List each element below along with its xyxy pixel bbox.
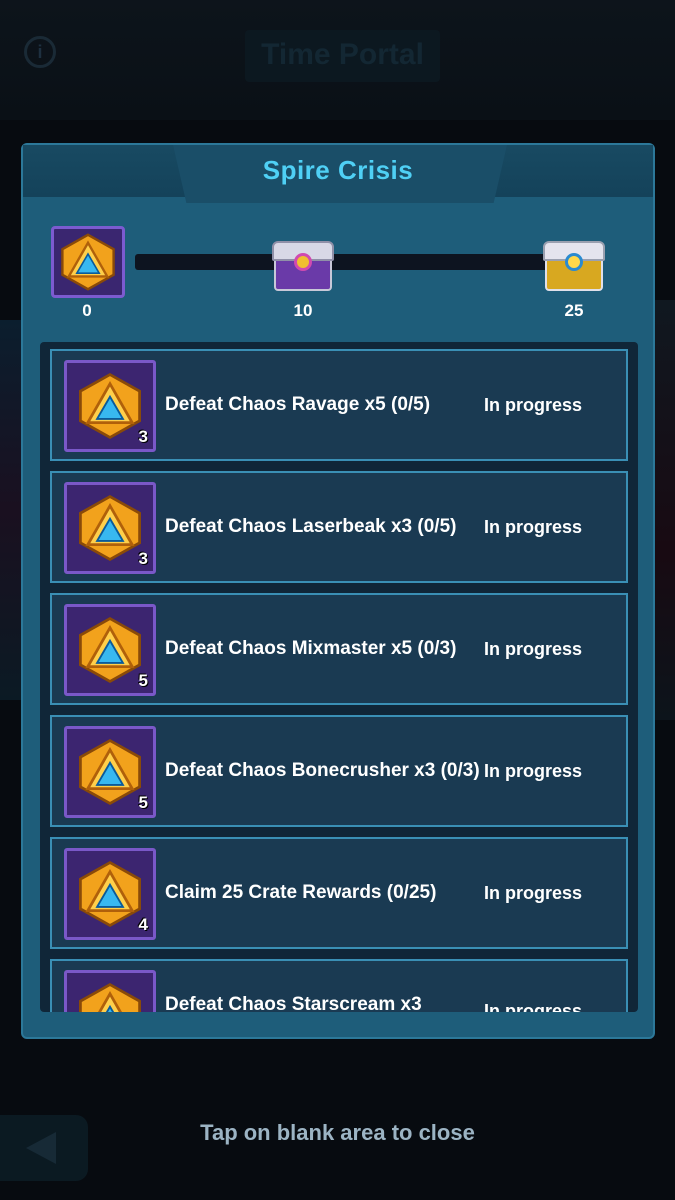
task-description: Defeat Chaos Laserbeak x3 (0/5)	[165, 516, 457, 537]
milestone-label-0: 0	[82, 301, 92, 320]
task-row[interactable]: 5 Defeat Chaos Mixmaster x5 (0/3) In pro…	[50, 593, 628, 705]
reward-count: 3	[138, 549, 148, 568]
reward-icon: 5	[64, 726, 156, 818]
milestone-label-25: 25	[564, 301, 584, 320]
triangle-badge-icon	[61, 233, 115, 291]
reward-count: 3	[138, 427, 148, 446]
reward-icon: 4	[64, 848, 156, 940]
task-description: Defeat Chaos Ravage x5 (0/5)	[165, 394, 431, 415]
reward-count: 5	[138, 793, 148, 812]
gold-chest-icon[interactable]	[543, 237, 605, 293]
triangle-badge-icon	[79, 982, 141, 1012]
task-status: In progress	[484, 638, 583, 659]
reward-count: 5	[138, 671, 148, 690]
chest-lock-icon	[294, 253, 312, 271]
task-row[interactable]: Defeat Chaos Starscream x3 In progress	[50, 959, 628, 1012]
task-status: In progress	[484, 1001, 583, 1012]
triangle-badge-icon	[79, 738, 141, 806]
task-description: Claim 25 Crate Rewards (0/25)	[165, 882, 437, 903]
reward-icon: 5	[64, 604, 156, 696]
reward-icon	[64, 970, 156, 1012]
spire-crisis-modal: Spire Crisis 0 10 25 3 Defeat Chaos Rava…	[21, 143, 655, 1039]
reward-icon: 3	[64, 482, 156, 574]
triangle-badge-icon	[79, 860, 141, 928]
task-row[interactable]: 5 Defeat Chaos Bonecrusher x3 (0/3) In p…	[50, 715, 628, 827]
task-status: In progress	[484, 516, 583, 537]
background-title: Time Portal	[261, 38, 424, 71]
milestone-start-badge[interactable]	[51, 226, 125, 298]
chest-lock-icon	[565, 253, 583, 271]
task-status: In progress	[484, 882, 583, 903]
purple-chest-icon[interactable]	[272, 237, 334, 293]
reward-icon: 3	[64, 360, 156, 452]
info-icon: i	[24, 36, 56, 68]
progress-track	[135, 254, 575, 270]
reward-count: 4	[138, 915, 148, 934]
task-row[interactable]: 3 Defeat Chaos Ravage x5 (0/5) In progre…	[50, 349, 628, 461]
triangle-badge-icon	[79, 494, 141, 562]
task-status: In progress	[484, 760, 583, 781]
task-description: Defeat Chaos Starscream x3	[165, 994, 422, 1012]
triangle-badge-icon	[79, 616, 141, 684]
task-status: In progress	[484, 394, 583, 415]
task-description: Defeat Chaos Mixmaster x5 (0/3)	[165, 638, 457, 659]
triangle-badge-icon	[79, 372, 141, 440]
task-row[interactable]: 3 Defeat Chaos Laserbeak x3 (0/5) In pro…	[50, 471, 628, 583]
milestone-label-10: 10	[293, 301, 313, 320]
close-hint[interactable]: Tap on blank area to close	[0, 1120, 675, 1146]
task-row[interactable]: 4 Claim 25 Crate Rewards (0/25) In progr…	[50, 837, 628, 949]
modal-title: Spire Crisis	[262, 155, 414, 185]
task-list[interactable]: 3 Defeat Chaos Ravage x5 (0/5) In progre…	[40, 342, 638, 1012]
task-description: Defeat Chaos Bonecrusher x3 (0/3)	[165, 760, 480, 781]
